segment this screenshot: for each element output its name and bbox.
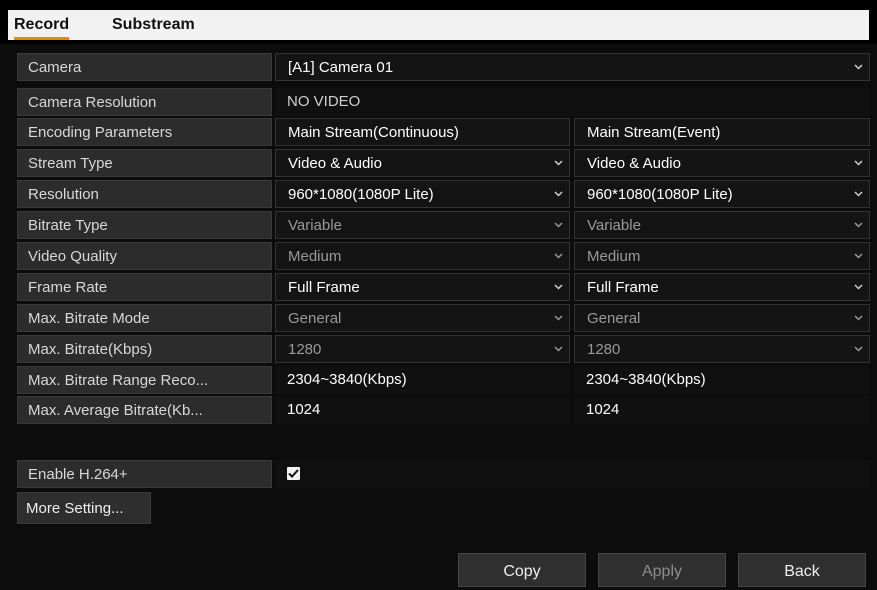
frame-rate-main-select[interactable]: Full Frame [275, 273, 570, 301]
tab-substream[interactable]: Substream [112, 10, 195, 40]
enable-h264plus-label: Enable H.264+ [17, 460, 272, 488]
max-average-bitrate-main-value: 1024 [275, 396, 570, 424]
camera-resolution-row: Camera Resolution NO VIDEO [17, 88, 870, 116]
stream-type-event-select[interactable]: Video & Audio [574, 149, 870, 177]
stream-type-row: Stream Type Video & Audio Video & Audio [17, 149, 870, 177]
frame-rate-event-select[interactable]: Full Frame [574, 273, 870, 301]
video-quality-main-select[interactable]: Medium [275, 242, 570, 270]
resolution-main-value: 960*1080(1080P Lite) [288, 186, 434, 203]
max-average-bitrate-event-value: 1024 [574, 396, 870, 424]
main-stream-event-header: Main Stream(Event) [574, 118, 870, 146]
more-setting-button[interactable]: More Setting... [17, 492, 151, 524]
max-bitrate-range-event-value: 2304~3840(Kbps) [574, 366, 870, 394]
video-quality-label: Video Quality [17, 242, 272, 270]
bitrate-type-main-select[interactable]: Variable [275, 211, 570, 239]
max-bitrate-event-select[interactable]: 1280 [574, 335, 870, 363]
bitrate-type-event-select[interactable]: Variable [574, 211, 870, 239]
max-bitrate-main-value: 1280 [288, 341, 322, 358]
chevron-down-icon [552, 243, 566, 269]
chevron-down-icon [852, 212, 866, 238]
max-bitrate-mode-row: Max. Bitrate Mode General General [17, 304, 870, 332]
max-bitrate-mode-label: Max. Bitrate Mode [17, 304, 272, 332]
chevron-down-icon [852, 305, 866, 331]
camera-resolution-label: Camera Resolution [17, 88, 272, 116]
camera-row: Camera [A1] Camera 01 [17, 53, 870, 81]
encoding-parameters-label: Encoding Parameters [17, 118, 272, 146]
chevron-down-icon [552, 150, 566, 176]
tab-record[interactable]: Record [14, 10, 70, 40]
max-average-bitrate-label: Max. Average Bitrate(Kb... [17, 396, 272, 424]
tab-strip: Record Substream [8, 10, 869, 40]
back-button[interactable]: Back [738, 553, 866, 587]
max-bitrate-mode-event-value: General [587, 310, 641, 327]
frame-rate-label: Frame Rate [17, 273, 272, 301]
max-bitrate-event-value: 1280 [587, 341, 621, 358]
bitrate-type-event-value: Variable [587, 217, 641, 234]
chevron-down-icon [552, 274, 566, 300]
resolution-label: Resolution [17, 180, 272, 208]
chevron-down-icon [852, 54, 866, 80]
max-bitrate-row: Max. Bitrate(Kbps) 1280 1280 [17, 335, 870, 363]
resolution-event-value: 960*1080(1080P Lite) [587, 186, 733, 203]
camera-select[interactable]: [A1] Camera 01 [275, 53, 870, 81]
camera-resolution-value: NO VIDEO [275, 88, 870, 116]
resolution-row: Resolution 960*1080(1080P Lite) 960*1080… [17, 180, 870, 208]
chevron-down-icon [852, 274, 866, 300]
stream-type-main-value: Video & Audio [288, 155, 382, 172]
main-stream-continuous-header: Main Stream(Continuous) [275, 118, 570, 146]
max-bitrate-mode-event-select[interactable]: General [574, 304, 870, 332]
enable-h264plus-row: Enable H.264+ [17, 460, 870, 488]
video-quality-row: Video Quality Medium Medium [17, 242, 870, 270]
max-average-bitrate-row: Max. Average Bitrate(Kb... 1024 1024 [17, 396, 870, 424]
max-bitrate-mode-main-value: General [288, 310, 342, 327]
max-bitrate-mode-main-select[interactable]: General [275, 304, 570, 332]
bitrate-type-label: Bitrate Type [17, 211, 272, 239]
chevron-down-icon [552, 181, 566, 207]
video-quality-event-select[interactable]: Medium [574, 242, 870, 270]
enable-h264plus-cell [275, 460, 870, 488]
copy-button[interactable]: Copy [458, 553, 586, 587]
camera-label: Camera [17, 53, 272, 81]
max-bitrate-range-row: Max. Bitrate Range Reco... 2304~3840(Kbp… [17, 366, 870, 394]
stream-type-event-value: Video & Audio [587, 155, 681, 172]
frame-rate-row: Frame Rate Full Frame Full Frame [17, 273, 870, 301]
enable-h264plus-checkbox[interactable] [287, 467, 300, 480]
max-bitrate-range-main-value: 2304~3840(Kbps) [275, 366, 570, 394]
resolution-event-select[interactable]: 960*1080(1080P Lite) [574, 180, 870, 208]
chevron-down-icon [852, 181, 866, 207]
resolution-main-select[interactable]: 960*1080(1080P Lite) [275, 180, 570, 208]
frame-rate-main-value: Full Frame [288, 279, 360, 296]
frame-rate-event-value: Full Frame [587, 279, 659, 296]
chevron-down-icon [552, 212, 566, 238]
max-bitrate-label: Max. Bitrate(Kbps) [17, 335, 272, 363]
chevron-down-icon [552, 305, 566, 331]
video-quality-main-value: Medium [288, 248, 342, 265]
max-bitrate-range-label: Max. Bitrate Range Reco... [17, 366, 272, 394]
apply-button[interactable]: Apply [598, 553, 726, 587]
bitrate-type-main-value: Variable [288, 217, 342, 234]
encoding-parameters-row: Encoding Parameters Main Stream(Continuo… [17, 118, 870, 146]
check-icon [288, 469, 299, 478]
bitrate-type-row: Bitrate Type Variable Variable [17, 211, 870, 239]
max-bitrate-main-select[interactable]: 1280 [275, 335, 570, 363]
chevron-down-icon [852, 243, 866, 269]
chevron-down-icon [852, 150, 866, 176]
chevron-down-icon [852, 336, 866, 362]
video-quality-event-value: Medium [587, 248, 641, 265]
camera-value: [A1] Camera 01 [288, 59, 394, 76]
stream-type-label: Stream Type [17, 149, 272, 177]
chevron-down-icon [552, 336, 566, 362]
stream-type-main-select[interactable]: Video & Audio [275, 149, 570, 177]
